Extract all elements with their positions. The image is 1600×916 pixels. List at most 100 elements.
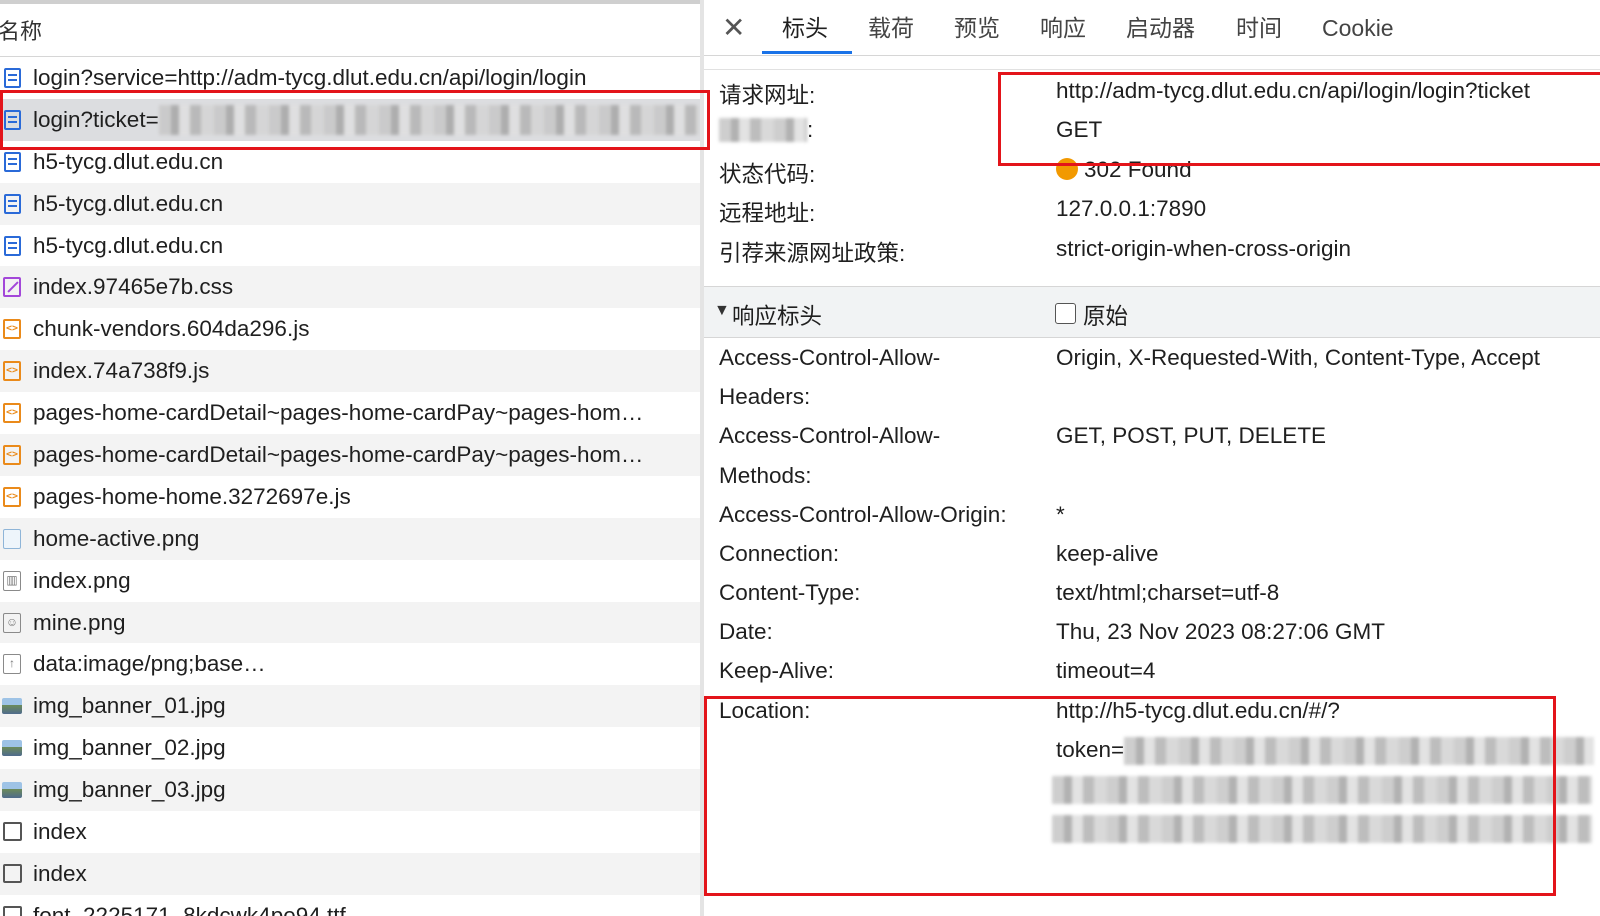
request-row[interactable]: img_banner_03.jpg [0,769,714,812]
remote-address-value: 127.0.0.1:7890 [1056,196,1207,222]
request-name: font_2225171_8kdcwk4pe94.ttf [33,902,346,916]
expand-triangle-icon[interactable]: ▼ [714,302,730,320]
request-row[interactable]: h5-tycg.dlut.edu.cn [0,225,714,267]
request-name: data:image/png;base… [33,651,266,677]
status-code-value: 302 Found [1084,156,1192,182]
request-row[interactable]: ↑ data:image/png;base… [0,643,714,685]
general-row-request-method: 请求方法:: GET [704,109,1600,148]
general-section: 请求网址: http://adm-tycg.dlut.edu.cn/api/lo… [704,70,1600,267]
image-icon [1,528,23,550]
user-image-icon: ☺ [1,612,23,634]
request-row[interactable]: home-active.png [0,517,714,560]
header-key: Access-Control-Allow-Origin: [719,501,1007,527]
request-row[interactable]: img_banner_01.jpg [0,685,714,728]
redacted-token [1052,815,1592,844]
request-list-panel: 名称 login?service=http://adm-tycg.dlut.ed… [0,0,714,916]
raw-checkbox-label[interactable]: 原始 [1083,299,1128,331]
stylesheet-icon [1,276,23,298]
referrer-policy-key: 引荐来源网址政策: [719,240,906,266]
request-row[interactable]: h5-tycg.dlut.edu.cn [0,182,714,225]
general-row-remote-address: 远程地址: 127.0.0.1:7890 [704,188,1600,227]
header-key: Access-Control-Allow- Headers: [719,344,941,410]
request-row[interactable]: index [0,852,714,895]
request-row[interactable]: login?ticket= [0,98,714,141]
document-icon [1,151,23,173]
request-row[interactable]: <> pages-home-cardDetail~pages-home-cardP… [0,392,714,434]
request-name: home-active.png [33,525,200,551]
request-name: login?service=http://adm-tycg.dlut.edu.c… [33,64,587,90]
script-icon: <> [1,360,23,382]
header-value: http://h5-tycg.dlut.edu.cn/#/? token= [1052,691,1595,848]
request-name: h5-tycg.dlut.edu.cn [33,190,224,216]
document-icon [1,235,23,257]
request-row[interactable]: ▥ index.png [0,560,714,602]
header-key: Access-Control-Allow- Methods: [719,423,941,488]
raw-checkbox[interactable] [1055,302,1076,324]
request-row[interactable]: font_2225171_8kdcwk4pe94.ttf [0,895,714,916]
header-row-location: Location: http://h5-tycg.dlut.edu.cn/#/?… [704,691,1600,881]
header-value: * [1056,501,1065,527]
tab-payload[interactable]: 载荷 [868,14,914,55]
request-name: mine.png [33,609,126,635]
header-key: Location: [719,697,811,723]
response-headers-section-header[interactable]: ▼ 响应标头 原始 [704,286,1600,338]
status-dot-icon [1056,157,1078,180]
general-row-referrer-policy: 引荐来源网址政策: strict-origin-when-cross-origi… [704,228,1600,267]
request-method-value: GET [1056,117,1103,143]
request-row[interactable]: <> pages-home-home.3272697e.js [0,476,714,518]
photo-icon [1,737,23,759]
request-name: pages-home-home.3272697e.js [33,483,351,509]
request-name: img_banner_01.jpg [33,693,226,719]
general-section-header[interactable] [704,56,1600,70]
request-name: pages-home-cardDetail~pages-home-cardPay… [33,441,644,467]
header-key: Content-Type: [719,580,861,606]
section-divider [704,275,1600,287]
header-key: Connection: [719,540,840,566]
name-column-header[interactable]: 名称 [0,4,714,57]
request-row[interactable]: h5-tycg.dlut.edu.cn [0,141,714,183]
photo-icon [1,695,23,717]
tab-headers[interactable]: 标头 [782,14,828,55]
tab-timing[interactable]: 时间 [1236,14,1282,55]
document-icon [1,67,23,89]
request-url-value: http://adm-tycg.dlut.edu.cn/api/login/lo… [1056,78,1531,103]
status-code-value-wrap: 302 Found [1056,157,1192,183]
header-value: timeout=4 [1056,658,1156,684]
image-icon: ▥ [1,570,23,592]
close-icon[interactable]: ✕ [722,14,745,42]
tab-response[interactable]: 响应 [1040,14,1086,55]
other-icon [1,863,23,885]
remote-address-key: 远程地址: [719,201,816,227]
header-value: Origin, X-Requested-With, Content-Type, … [1056,344,1540,370]
request-row[interactable]: <> pages-home-cardDetail~pages-home-cardP… [0,434,714,476]
tab-preview[interactable]: 预览 [954,14,1000,55]
request-row[interactable]: login?service=http://adm-tycg.dlut.edu.c… [0,57,714,99]
location-url: http://h5-tycg.dlut.edu.cn/#/? [1056,697,1340,723]
active-tab-indicator [762,51,852,54]
referrer-policy-value: strict-origin-when-cross-origin [1056,235,1352,261]
header-value: text/html;charset=utf-8 [1056,580,1280,606]
redacted-ticket [158,104,699,135]
request-row[interactable]: ☺ mine.png [0,601,714,644]
request-name: img_banner_03.jpg [33,777,226,803]
tab-initiator[interactable]: 启动器 [1126,14,1195,55]
header-row-keep-alive: Keep-Alive: timeout=4 [704,651,1600,690]
tab-cookies[interactable]: Cookie [1322,14,1394,55]
request-row[interactable]: index [0,811,714,853]
script-icon: <> [1,444,23,466]
request-details-panel: ✕ 标头 载荷 预览 响应 启动器 时间 Cookie 请求网址: http:/… [704,0,1600,916]
response-headers-list: Access-Control-Allow-Headers: Access-Con… [704,338,1600,881]
request-method-key: 请求方法:: [719,117,813,143]
header-key: Keep-Alive: [719,658,835,684]
request-row[interactable]: <> chunk-vendors.604da296.js [0,308,714,350]
request-row[interactable]: <> index.74a738f9.js [0,350,714,393]
upload-image-icon: ↑ [1,653,23,675]
redacted-token [1124,736,1595,765]
request-name: index.97465e7b.css [33,274,234,300]
header-value: Thu, 23 Nov 2023 08:27:06 GMT [1056,619,1385,645]
request-row[interactable]: index.97465e7b.css [0,266,714,309]
request-name: login?ticket= [33,106,159,132]
script-icon: <> [1,486,23,508]
request-row[interactable]: img_banner_02.jpg [0,727,714,769]
request-name: index.png [33,567,131,593]
